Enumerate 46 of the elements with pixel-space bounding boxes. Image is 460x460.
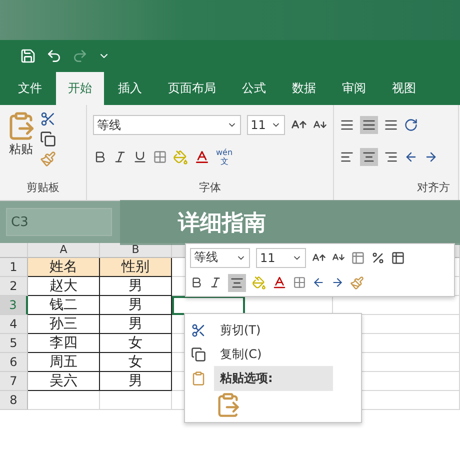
banner-title: 详细指南 (178, 210, 266, 238)
menu-heading: 粘贴选项: (214, 366, 333, 390)
table-cell: 男 (100, 315, 172, 334)
ribbon-tab[interactable]: 开始 (56, 72, 104, 105)
row-header[interactable]: 7 (0, 372, 28, 391)
table-cell: 男 (100, 296, 172, 315)
table-cell: 李四 (28, 334, 100, 353)
table-cell: 赵大 (28, 277, 100, 296)
group-label: 字体 (198, 180, 222, 196)
table-cell: 姓名 (28, 258, 100, 277)
font-size-field[interactable]: 11 (256, 248, 306, 268)
ribbon-tab[interactable]: 视图 (380, 72, 428, 105)
ribbon-tab[interactable]: 文件 (6, 72, 54, 105)
table-cell: 女 (100, 334, 172, 353)
row-header[interactable]: 8 (0, 391, 28, 410)
table-cell: 孙三 (28, 315, 100, 334)
ribbon-tab[interactable]: 插入 (106, 72, 154, 105)
column-header[interactable]: A (28, 243, 100, 258)
row-header[interactable]: 4 (0, 315, 28, 334)
font-size-field[interactable]: 11 (246, 115, 285, 135)
table-cell: 吴六 (28, 372, 100, 391)
group-label: 对齐方 (417, 181, 450, 194)
ribbon-tab[interactable]: 公式 (230, 72, 278, 105)
row-header[interactable]: 6 (0, 353, 28, 372)
row-header[interactable]: 2 (0, 277, 28, 296)
table-cell: 男 (100, 277, 172, 296)
menu-item[interactable]: 复制(C) (185, 342, 361, 366)
table-cell: 周五 (28, 353, 100, 372)
table-cell: 男 (100, 372, 172, 391)
group-label: 剪贴板 (26, 180, 60, 196)
table-cell: 钱二 (28, 296, 100, 315)
column-header[interactable]: B (100, 243, 172, 258)
paste-label[interactable]: 粘贴 (9, 141, 33, 158)
table-cell: 女 (100, 353, 172, 372)
menu-item[interactable]: 剪切(T) (185, 318, 361, 342)
phonetic-button[interactable]: wén 文 (216, 148, 233, 166)
table-cell: 性别 (100, 258, 172, 277)
row-header[interactable]: 5 (0, 334, 28, 353)
ribbon-tab[interactable]: 数据 (280, 72, 328, 105)
ribbon-tab[interactable]: 审阅 (330, 72, 378, 105)
row-header[interactable]: 1 (0, 258, 28, 277)
name-box[interactable]: C3 (6, 208, 112, 236)
row-header[interactable]: 3 (0, 296, 28, 315)
ribbon-tab[interactable]: 页面布局 (156, 72, 228, 105)
font-name-field[interactable]: 等线 (93, 115, 241, 135)
font-name-field[interactable]: 等线 (190, 248, 250, 268)
